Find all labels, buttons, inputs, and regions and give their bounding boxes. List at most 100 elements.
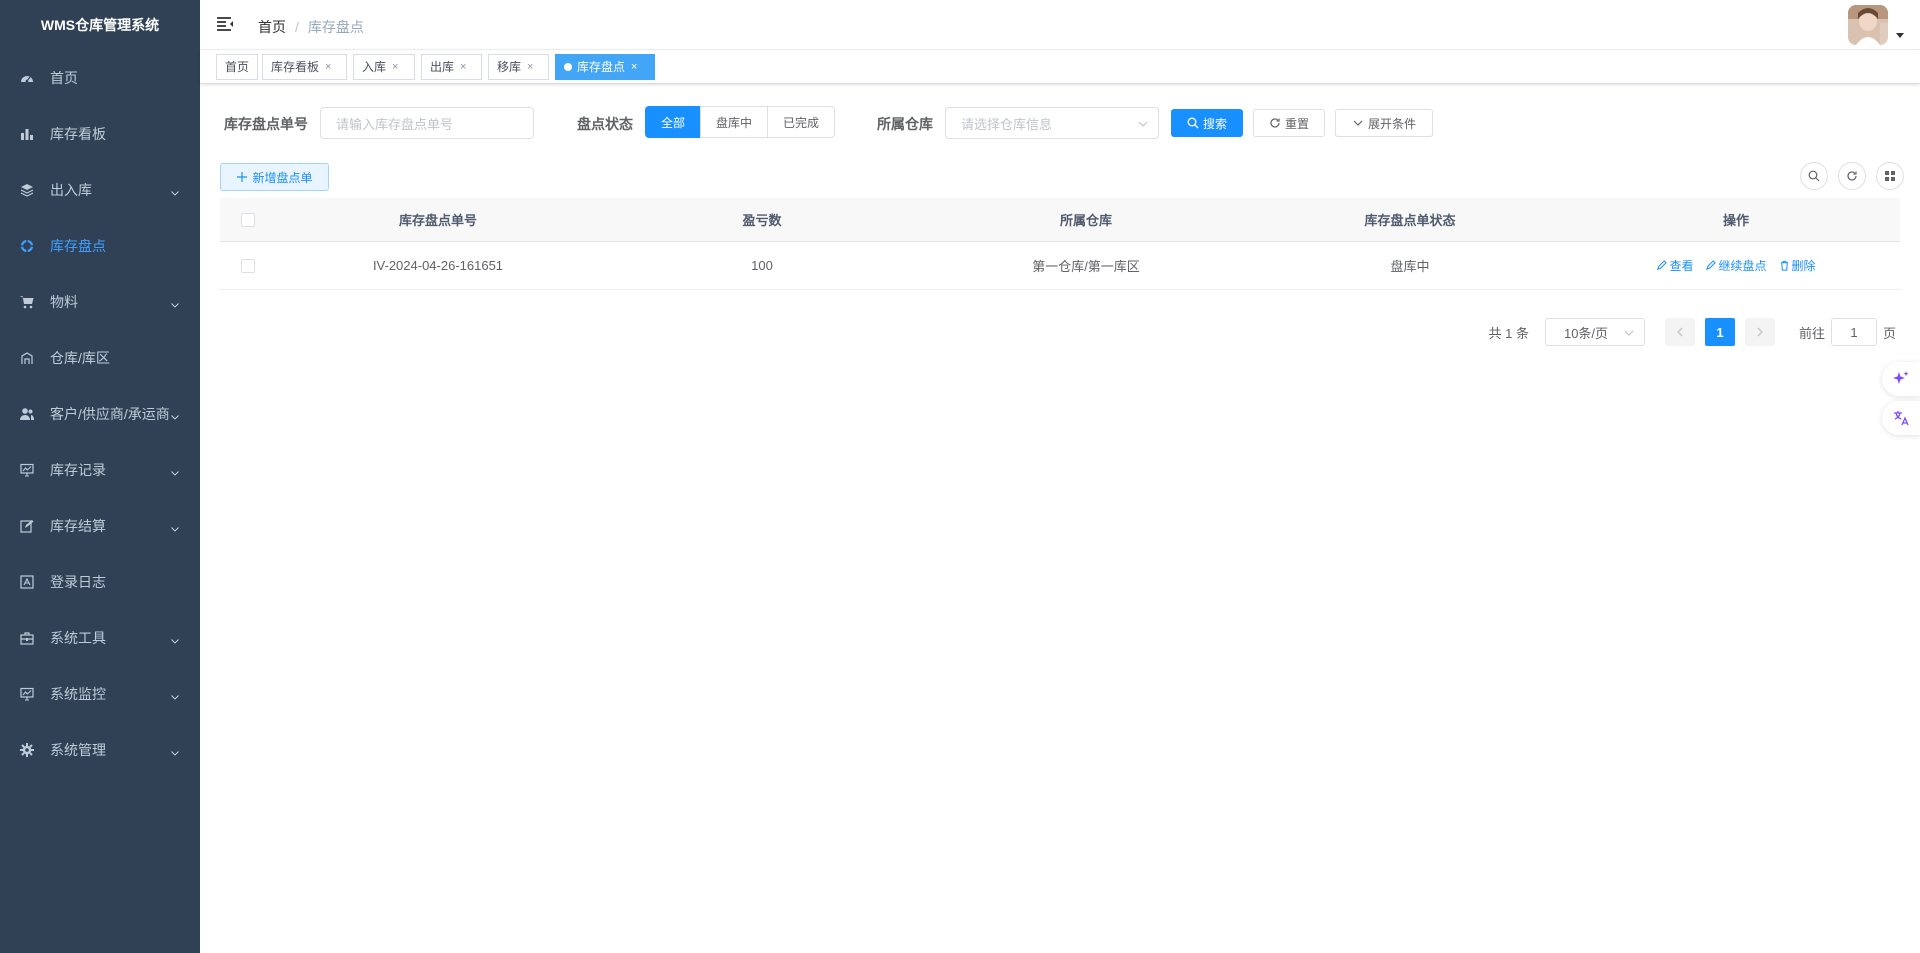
cart-icon [20,295,34,309]
chevron-down-icon [170,633,180,644]
status-option-0[interactable]: 全部 [645,106,702,138]
close-icon[interactable]: × [631,55,637,79]
pagination: 共 1 条 10条/页 1 前往 1 页 [1488,318,1896,346]
sidebar-item-11[interactable]: 系统监控 [0,666,200,722]
sidebar-item-5[interactable]: 仓库/库区 [0,330,200,386]
active-dot-icon [564,63,572,71]
tab-label: 库存盘点 [577,60,626,74]
tab-4[interactable]: 移库 × [488,54,549,80]
view-label: 查看 [1669,259,1694,273]
bar-chart-icon [20,127,34,141]
sidebar-item-label: 客户/供应商/承运商 [50,406,170,422]
sidebar-item-label: 首页 [50,70,78,86]
sidebar-item-label: 出入库 [50,182,92,198]
hamburger-icon[interactable] [216,15,234,33]
chevron-down-icon [170,297,180,308]
chevron-down-icon [170,521,180,532]
tab-5[interactable]: 库存盘点 × [555,54,655,80]
expand-conditions-label: 展开条件 [1367,116,1416,131]
sidebar-item-3[interactable]: 库存盘点 [0,218,200,274]
prev-page-button[interactable] [1664,318,1695,346]
column-header: 库存盘点单状态 [1364,213,1456,228]
gear-icon [20,743,34,757]
tab-3[interactable]: 出库 × [421,54,482,80]
warehouse-select-placeholder: 请选择仓库信息 [961,116,1053,132]
log-icon [20,575,34,589]
people-icon [20,407,34,421]
chevron-down-icon [1138,121,1148,127]
search-icon [1187,117,1199,129]
reset-button[interactable]: 重置 [1253,109,1325,137]
view-link[interactable]: 查看 [1656,257,1693,274]
sidebar-item-8[interactable]: 库存结算 [0,498,200,554]
warehouse-icon [20,351,34,365]
chevron-down-icon [170,465,180,476]
toggle-search-button[interactable] [1800,162,1828,190]
avatar[interactable] [1848,5,1888,45]
columns-button[interactable] [1876,162,1904,190]
sidebar-item-1[interactable]: 库存看板 [0,106,200,162]
pagination-total: 共 1 条 [1488,325,1529,341]
next-page-button[interactable] [1744,318,1775,346]
chevron-right-icon [1757,327,1763,337]
sidebar-item-12[interactable]: 系统管理 [0,722,200,778]
close-icon[interactable]: × [460,55,466,79]
sidebar-item-label: 仓库/库区 [50,350,110,366]
page-jump: 前往 1 页 [1799,318,1896,346]
sidebar-item-label: 库存盘点 [50,238,106,254]
translate-button[interactable] [1882,401,1920,435]
chevron-down-icon [170,185,180,196]
edit-icon [1657,260,1668,270]
page-size-select[interactable]: 10条/页 [1544,318,1645,346]
tab-0[interactable]: 首页 [216,54,259,80]
close-icon[interactable]: × [392,55,398,79]
order-no-input[interactable]: 请输入库存盘点单号 [320,107,534,139]
layers-icon [20,183,34,197]
caret-down-icon[interactable] [1896,31,1904,39]
search-button-label: 搜索 [1202,116,1227,131]
actions-cell: 查看 继续盘点 删除 [1572,257,1900,274]
delete-label: 删除 [1791,259,1816,273]
status-option-1[interactable]: 盘库中 [700,106,769,138]
expand-conditions-button[interactable]: 展开条件 [1335,109,1433,137]
search-button[interactable]: 搜索 [1171,109,1243,137]
chevron-down-icon [1353,120,1363,126]
refresh-button[interactable] [1838,162,1866,190]
warehouse-label: 所属仓库 [877,116,933,132]
status-option-2[interactable]: 已完成 [767,106,836,138]
continue-check-link[interactable]: 继续盘点 [1705,257,1767,274]
ai-assistant-button[interactable] [1882,362,1920,396]
page-number-current[interactable]: 1 [1704,318,1735,346]
goto-page-input[interactable]: 1 [1830,318,1877,346]
breadcrumb-home[interactable]: 首页 [258,17,286,37]
goto-prefix: 前往 [1798,325,1825,341]
sidebar-item-0[interactable]: 首页 [0,50,200,106]
sidebar-item-9[interactable]: 登录日志 [0,554,200,610]
sidebar-item-10[interactable]: 系统工具 [0,610,200,666]
tab-label: 移库 [497,60,522,74]
sidebar-item-label: 系统工具 [50,630,106,646]
tab-1[interactable]: 库存看板 × [262,54,347,80]
trash-icon [1780,260,1788,271]
warehouse-select[interactable]: 请选择仓库信息 [945,107,1159,139]
sidebar-item-4[interactable]: 物料 [0,274,200,330]
add-inventory-check-button[interactable]: 新增盘点单 [220,163,329,191]
close-icon[interactable]: × [527,55,533,79]
translate-icon [1894,411,1909,426]
user-menu[interactable] [1848,5,1904,45]
sidebar-item-label: 库存记录 [50,462,106,478]
sidebar: WMS仓库管理系统 首页 库存看板 出入库 库存盘点 物料 仓库/库区 客户/供应商/承运商… [0,0,200,953]
sidebar-item-6[interactable]: 客户/供应商/承运商 [0,386,200,442]
monitor-icon [20,687,34,701]
breadcrumb-separator: / [295,19,299,35]
delete-link[interactable]: 删除 [1779,257,1816,274]
tab-2[interactable]: 入库 × [353,54,415,80]
close-icon[interactable]: × [325,55,331,79]
tab-label: 出库 [430,60,455,74]
sidebar-menu: 首页库存看板出入库库存盘点物料仓库/库区客户/供应商/承运商 库存记录库存结算 登录… [0,50,200,778]
sidebar-item-7[interactable]: 库存记录 [0,442,200,498]
sidebar-item-2[interactable]: 出入库 [0,162,200,218]
select-all-checkbox[interactable] [241,212,255,227]
row-checkbox[interactable] [241,258,255,273]
tab-label: 入库 [362,60,387,74]
